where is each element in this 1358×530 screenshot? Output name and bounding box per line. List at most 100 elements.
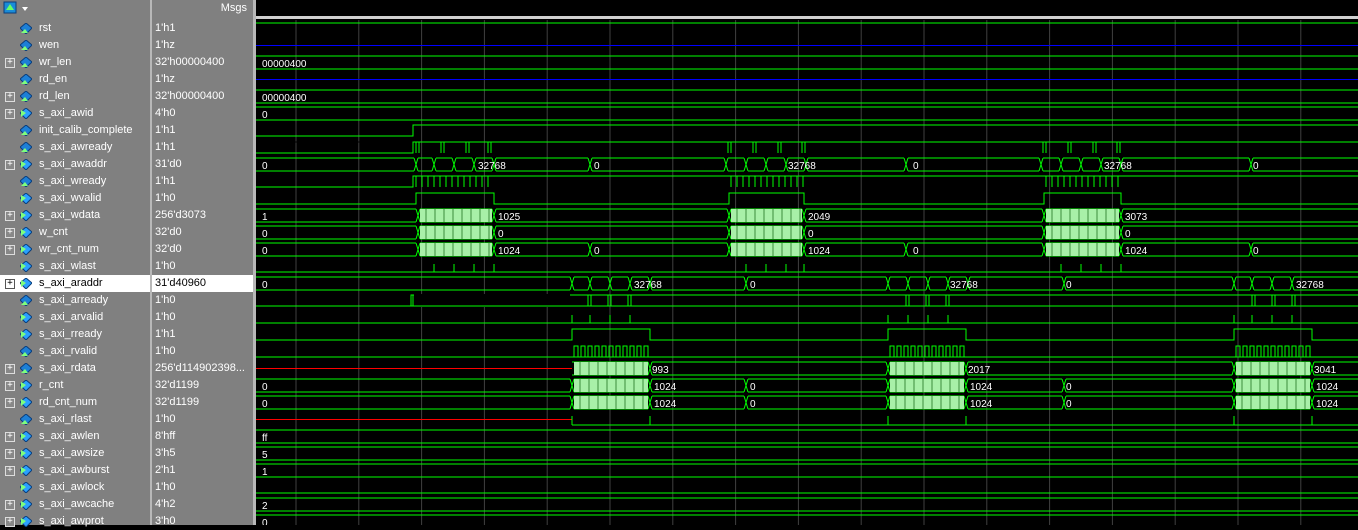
expand-icon[interactable]: + bbox=[5, 500, 15, 510]
wave-window-menu-icon[interactable] bbox=[2, 0, 36, 17]
signal-value-s_axi_awaddr[interactable]: 31'd0 bbox=[152, 156, 253, 173]
expand-icon[interactable]: + bbox=[5, 364, 15, 374]
signal-value-init_calib_complete[interactable]: 1'h1 bbox=[152, 122, 253, 139]
signal-row-rd_en[interactable]: rd_en bbox=[0, 71, 150, 88]
signal-row-init_calib_complete[interactable]: init_calib_complete bbox=[0, 122, 150, 139]
signal-row-s_axi_araddr[interactable]: + s_axi_araddr bbox=[0, 275, 150, 292]
signal-row-s_axi_arvalid[interactable]: s_axi_arvalid bbox=[0, 309, 150, 326]
expand-icon[interactable]: + bbox=[5, 449, 15, 459]
expand-icon[interactable]: + bbox=[5, 466, 15, 476]
signal-value-r_cnt[interactable]: 32'd1199 bbox=[152, 377, 253, 394]
signal-row-s_axi_wlast[interactable]: s_axi_wlast bbox=[0, 258, 150, 275]
signal-value-s_axi_awready[interactable]: 1'h1 bbox=[152, 139, 253, 156]
s_axi_araddr-wave-segment bbox=[592, 276, 608, 291]
signal-value-s_axi_arvalid[interactable]: 1'h0 bbox=[152, 309, 253, 326]
s_axi_rvalid-pulse bbox=[903, 345, 909, 357]
waveform-canvas[interactable]: 00000400 00000400 0 ff 5 1 2 0 0 32768 0 32768 0 3276… bbox=[256, 0, 1358, 525]
expand-icon[interactable]: + bbox=[5, 58, 15, 68]
signal-row-s_axi_arready[interactable]: s_axi_arready bbox=[0, 292, 150, 309]
signal-value-s_axi_wready[interactable]: 1'h1 bbox=[152, 173, 253, 190]
signal-row-s_axi_awid[interactable]: + s_axi_awid bbox=[0, 105, 150, 122]
signal-value-w_cnt[interactable]: 32'd0 bbox=[152, 224, 253, 241]
signal-value-wr_cnt_num[interactable]: 32'd0 bbox=[152, 241, 253, 258]
signal-value-wr_len[interactable]: 32'h00000400 bbox=[152, 54, 253, 71]
expand-icon[interactable]: + bbox=[5, 279, 15, 289]
signal-row-rd_cnt_num[interactable]: + rd_cnt_num bbox=[0, 394, 150, 411]
signal-value-s_axi_rvalid[interactable]: 1'h0 bbox=[152, 343, 253, 360]
signal-names-pane[interactable]: rst wen + wr_len rd_en + rd_len + s_axi_awidinit… bbox=[0, 0, 150, 527]
signal-value-wen[interactable]: 1'hz bbox=[152, 37, 253, 54]
expand-icon[interactable]: + bbox=[5, 381, 15, 391]
expand-icon[interactable]: + bbox=[5, 92, 15, 102]
signal-value-s_axi_rready[interactable]: 1'h1 bbox=[152, 326, 253, 343]
signal-row-wr_len[interactable]: + wr_len bbox=[0, 54, 150, 71]
waveform-pane[interactable]: 00000400 00000400 0 ff 5 1 2 0 0 32768 0 32768 0 3276… bbox=[256, 0, 1358, 525]
signal-row-s_axi_awlock[interactable]: s_axi_awlock bbox=[0, 479, 150, 496]
signal-input-icon bbox=[20, 363, 32, 374]
signal-row-w_cnt[interactable]: + w_cnt bbox=[0, 224, 150, 241]
signal-row-wen[interactable]: wen bbox=[0, 37, 150, 54]
s_axi_rvalid-pulse bbox=[1242, 345, 1248, 357]
signal-value-s_axi_awlock[interactable]: 1'h0 bbox=[152, 479, 253, 496]
signal-row-s_axi_awprot[interactable]: + s_axi_awprot bbox=[0, 513, 150, 530]
signal-row-s_axi_awburst[interactable]: + s_axi_awburst bbox=[0, 462, 150, 479]
signal-value-s_axi_wlast[interactable]: 1'h0 bbox=[152, 258, 253, 275]
signal-name: s_axi_wlast bbox=[39, 260, 96, 272]
s_axi_wdata-wave-label: 3073 bbox=[1125, 212, 1148, 223]
expand-icon[interactable]: + bbox=[5, 160, 15, 170]
signal-value-s_axi_arready[interactable]: 1'h0 bbox=[152, 292, 253, 309]
expand-icon[interactable]: + bbox=[5, 211, 15, 221]
signal-row-s_axi_wready[interactable]: s_axi_wready bbox=[0, 173, 150, 190]
expand-icon[interactable]: + bbox=[5, 228, 15, 238]
signal-value-s_axi_awburst[interactable]: 2'h1 bbox=[152, 462, 253, 479]
signal-row-s_axi_rdata[interactable]: + s_axi_rdata bbox=[0, 360, 150, 377]
r_cnt-wave-transition bbox=[569, 378, 575, 393]
s_axi_awaddr-wave-transition bbox=[903, 157, 909, 172]
expand-icon[interactable]: + bbox=[5, 245, 15, 255]
expand-icon[interactable]: + bbox=[5, 109, 15, 119]
signal-value-s_axi_awlen[interactable]: 8'hff bbox=[152, 428, 253, 445]
wr_cnt_num-wave-burst bbox=[1046, 243, 1119, 256]
signal-row-wr_cnt_num[interactable]: + wr_cnt_num bbox=[0, 241, 150, 258]
signal-values-pane[interactable]: Msgs 1'h1 1'hz 32'h00000400 1'hz 32'h0000040… bbox=[152, 0, 253, 527]
signal-value-s_axi_araddr[interactable]: 31'd40960 bbox=[152, 275, 253, 292]
s_axi_awprot-wave-label: 0 bbox=[262, 518, 268, 525]
signal-name: init_calib_complete bbox=[39, 124, 133, 136]
signal-row-s_axi_awlen[interactable]: + s_axi_awlen bbox=[0, 428, 150, 445]
s_axi_rvalid-pulse bbox=[896, 345, 902, 357]
r_cnt-wave-label: 1024 bbox=[970, 382, 993, 393]
s_axi_awready-pulse bbox=[487, 141, 492, 153]
signal-row-s_axi_rlast[interactable]: s_axi_rlast bbox=[0, 411, 150, 428]
signal-value-rst[interactable]: 1'h1 bbox=[152, 20, 253, 37]
signal-row-s_axi_awready[interactable]: s_axi_awready bbox=[0, 139, 150, 156]
signal-row-s_axi_rready[interactable]: s_axi_rready bbox=[0, 326, 150, 343]
signal-row-s_axi_awsize[interactable]: + s_axi_awsize bbox=[0, 445, 150, 462]
signal-row-r_cnt[interactable]: + r_cnt bbox=[0, 377, 150, 394]
signal-value-rd_en[interactable]: 1'hz bbox=[152, 71, 253, 88]
s_axi_rdata-wave-label: 2017 bbox=[968, 365, 991, 376]
expand-icon[interactable]: + bbox=[5, 432, 15, 442]
signal-value-s_axi_rlast[interactable]: 1'h0 bbox=[152, 411, 253, 428]
expand-icon[interactable]: + bbox=[5, 517, 15, 527]
signal-value-s_axi_awprot[interactable]: 3'h0 bbox=[152, 513, 253, 530]
signal-value-s_axi_wdata[interactable]: 256'd3073 bbox=[152, 207, 253, 224]
signal-value-s_axi_rdata[interactable]: 256'd114902398... bbox=[152, 360, 253, 377]
s_axi_araddr-wave-label: 32768 bbox=[1296, 280, 1324, 291]
signal-row-s_axi_wvalid[interactable]: s_axi_wvalid bbox=[0, 190, 150, 207]
signal-row-rd_len[interactable]: + rd_len bbox=[0, 88, 150, 105]
s_axi_rvalid-pulse bbox=[587, 345, 593, 357]
signal-row-s_axi_wdata[interactable]: + s_axi_wdata bbox=[0, 207, 150, 224]
signal-row-rst[interactable]: rst bbox=[0, 20, 150, 37]
signal-row-s_axi_awcache[interactable]: + s_axi_awcache bbox=[0, 496, 150, 513]
signal-value-s_axi_awsize[interactable]: 3'h5 bbox=[152, 445, 253, 462]
signal-row-s_axi_awaddr[interactable]: + s_axi_awaddr bbox=[0, 156, 150, 173]
expand-icon[interactable]: + bbox=[5, 398, 15, 408]
signal-value-s_axi_awcache[interactable]: 4'h2 bbox=[152, 496, 253, 513]
signal-value-s_axi_awid[interactable]: 4'h0 bbox=[152, 105, 253, 122]
s_axi_awaddr-wave-segment bbox=[418, 157, 432, 172]
signal-value-rd_cnt_num[interactable]: 32'd1199 bbox=[152, 394, 253, 411]
signal-name: wr_len bbox=[39, 56, 72, 68]
signal-row-s_axi_rvalid[interactable]: s_axi_rvalid bbox=[0, 343, 150, 360]
signal-value-rd_len[interactable]: 32'h00000400 bbox=[152, 88, 253, 105]
signal-value-s_axi_wvalid[interactable]: 1'h0 bbox=[152, 190, 253, 207]
